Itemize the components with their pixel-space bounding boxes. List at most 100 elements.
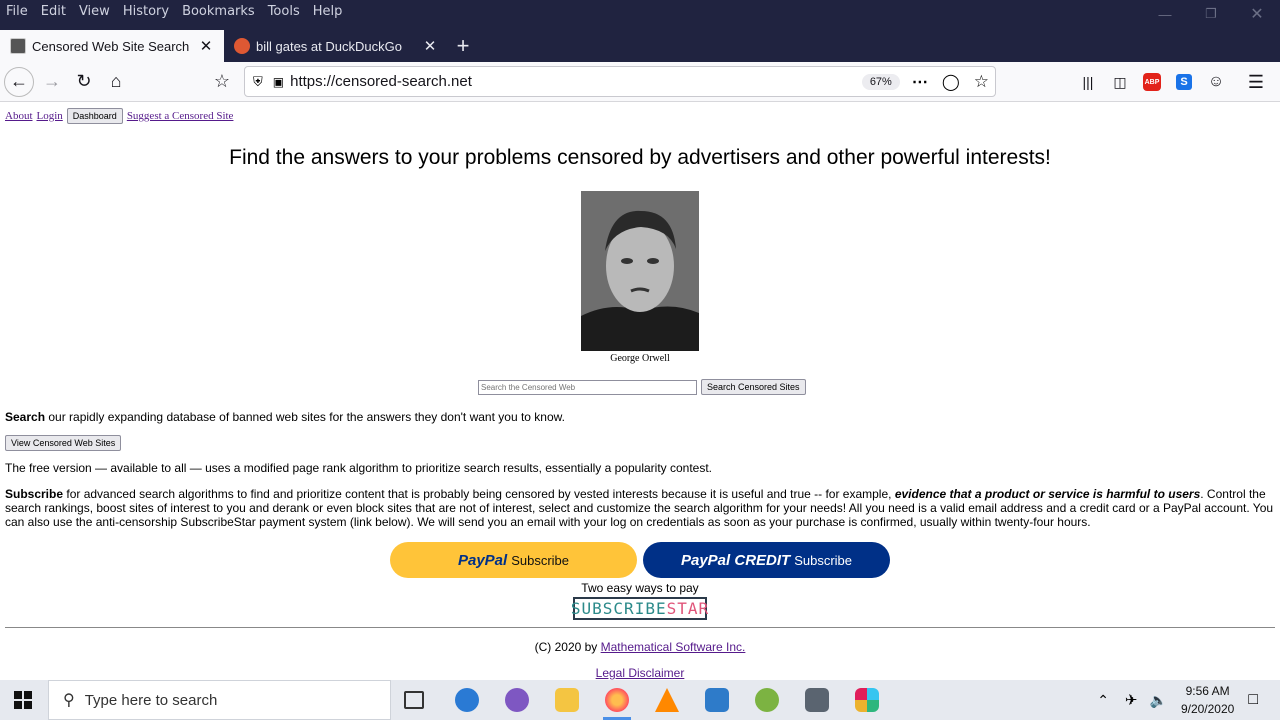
clock-date: 9/20/2020 <box>1180 702 1235 716</box>
show-hidden-icons-icon[interactable]: ⌃ <box>1097 692 1109 709</box>
edge-browser-icon[interactable] <box>455 688 479 712</box>
search-form: Search Censored Sites <box>478 379 810 395</box>
minimize-icon[interactable]: — <box>1142 0 1188 28</box>
file-explorer-icon[interactable] <box>555 688 579 712</box>
company-link[interactable]: Mathematical Software Inc. <box>601 640 746 654</box>
duckduckgo-favicon-icon <box>234 38 250 54</box>
windows-start-icon[interactable] <box>14 691 32 709</box>
subscribestar-part2: STAR <box>666 599 710 618</box>
about-link[interactable]: About <box>5 110 33 122</box>
search-icon: ⚲ <box>63 692 75 709</box>
window-controls: — ❐ ✕ <box>1142 0 1280 28</box>
home-icon[interactable]: ⌂ <box>100 66 132 98</box>
subscribestar-part1: SUBSCRIBE <box>570 599 667 618</box>
copyright-text: (C) 2020 by <box>534 640 601 654</box>
taskbar-clock[interactable]: 9:56 AM 9/20/2020 <box>1181 682 1234 718</box>
search-description: Search our rapidly expanding database of… <box>5 410 1277 424</box>
paypal-credit-subscribe-button[interactable]: PayPal CREDIT Subscribe <box>643 542 890 578</box>
menu-help[interactable]: Help <box>313 4 343 19</box>
browser-titlebar: File Edit View History Bookmarks Tools H… <box>0 0 1280 62</box>
paypal-credit-subscribe-label: Subscribe <box>794 552 853 568</box>
paypal-brand: PayPal <box>457 551 508 569</box>
login-link[interactable]: Login <box>37 110 63 122</box>
page-actions-icon[interactable]: ⋯ <box>912 72 928 92</box>
adblock-icon[interactable]: ABP <box>1136 66 1168 98</box>
bookmark-star-icon[interactable]: ☆ <box>974 72 989 92</box>
view-censored-sites-button[interactable]: View Censored Web Sites <box>5 435 122 451</box>
search-bold-label: Search <box>5 410 46 424</box>
firefox-icon[interactable] <box>605 688 629 712</box>
menu-tools[interactable]: Tools <box>268 4 300 19</box>
toolbar-right: ||| ◫ ABP S ☺ ☰ <box>1072 66 1272 98</box>
save-to-pocket-star-icon[interactable]: ☆ <box>206 66 238 98</box>
suggest-site-link[interactable]: Suggest a Censored Site <box>127 110 234 122</box>
subscribe-description: Subscribe for advanced search algorithms… <box>5 487 1277 529</box>
slack-icon[interactable] <box>855 688 879 712</box>
copyright-line: (C) 2020 by Mathematical Software Inc. <box>0 640 1280 654</box>
menu-view[interactable]: View <box>79 4 110 19</box>
maximize-icon[interactable]: ❐ <box>1188 0 1234 28</box>
portrait-caption: George Orwell <box>610 353 670 364</box>
extension-s-icon[interactable]: S <box>1168 66 1200 98</box>
payment-ways-text: Two easy ways to pay <box>581 581 699 595</box>
orwell-portrait <box>581 191 699 351</box>
legal-disclaimer-link[interactable]: Legal Disclaimer <box>596 666 685 680</box>
pocket-icon[interactable]: ◯ <box>942 72 960 92</box>
orwell-favicon-icon <box>10 38 26 54</box>
airplane-mode-icon[interactable]: ✈ <box>1125 691 1138 709</box>
account-icon[interactable]: ☺ <box>1200 66 1232 98</box>
notifications-icon[interactable]: □ <box>1248 691 1258 709</box>
page-headline: Find the answers to your problems censor… <box>229 146 1051 169</box>
tab-label: Censored Web Site Search <box>32 38 190 54</box>
reload-icon[interactable]: ↻ <box>68 66 100 98</box>
menu-bookmarks[interactable]: Bookmarks <box>182 4 255 19</box>
free-version-text: The free version — available to all — us… <box>5 461 713 475</box>
taskbar-search-box[interactable]: ⚲ Type here to search <box>48 680 391 720</box>
clock-time: 9:56 AM <box>1185 684 1230 698</box>
url-text[interactable]: https://censored-search.net <box>290 73 862 90</box>
close-tab-icon[interactable]: ✕ <box>198 37 214 55</box>
library-icon[interactable]: ||| <box>1072 66 1104 98</box>
legal-line: Legal Disclaimer <box>0 666 1280 680</box>
subscribe-bold-label: Subscribe <box>5 487 64 501</box>
volume-icon[interactable]: 🔈 <box>1150 692 1167 709</box>
tab-duckduckgo[interactable]: bill gates at DuckDuckGo ✕ <box>224 30 448 62</box>
menu-history[interactable]: History <box>123 4 169 19</box>
photo-app-icon[interactable] <box>805 688 829 712</box>
back-icon[interactable]: ← <box>4 66 34 97</box>
new-tab-icon[interactable]: + <box>448 30 478 62</box>
subscribestar-logo-button[interactable]: SUBSCRIBE STAR <box>570 597 710 620</box>
close-tab-icon[interactable]: ✕ <box>422 37 438 55</box>
menu-edit[interactable]: Edit <box>41 4 66 19</box>
lock-icon[interactable]: ▣ <box>273 75 284 89</box>
vlc-icon[interactable] <box>655 688 679 712</box>
tab-strip: Censored Web Site Search ✕ bill gates at… <box>0 30 478 62</box>
android-app-icon[interactable] <box>755 688 779 712</box>
tab-censored-search[interactable]: Censored Web Site Search ✕ <box>0 30 224 62</box>
close-window-icon[interactable]: ✕ <box>1234 0 1280 28</box>
tracking-shield-icon[interactable]: ⛨ <box>253 74 263 90</box>
navigation-toolbar: ← → ↻ ⌂ ☆ ⛨ ▣ https://censored-search.ne… <box>0 62 1280 102</box>
hamburger-menu-icon[interactable]: ☰ <box>1240 66 1272 98</box>
paypal-subscribe-button[interactable]: PayPal Subscribe <box>390 542 637 578</box>
subscribe-emphasis: evidence that a product or service is ha… <box>894 487 1201 501</box>
vscode-like-app-icon[interactable] <box>705 688 729 712</box>
menu-bar: File Edit View History Bookmarks Tools H… <box>0 0 355 22</box>
system-tray: ⌃ ✈ 🔈 9:56 AM 9/20/2020 □ <box>1097 680 1280 720</box>
paypal-credit-brand: PayPal CREDIT <box>680 551 791 569</box>
menu-file[interactable]: File <box>6 4 28 19</box>
search-input[interactable] <box>478 379 697 395</box>
dashboard-button[interactable]: Dashboard <box>66 108 123 124</box>
address-bar[interactable]: ⛨ ▣ https://censored-search.net 67% ⋯ ◯ … <box>244 66 996 97</box>
emacs-icon[interactable] <box>505 688 529 712</box>
footer-divider <box>5 627 1275 628</box>
forward-icon[interactable]: → <box>36 66 68 98</box>
search-censored-sites-button[interactable]: Search Censored Sites <box>701 379 806 395</box>
top-links: About Login Dashboard Suggest a Censored… <box>5 108 237 124</box>
task-view-icon[interactable] <box>404 691 424 709</box>
zoom-level[interactable]: 67% <box>861 73 900 90</box>
taskbar-search-placeholder: Type here to search <box>84 691 218 709</box>
search-description-text: our rapidly expanding database of banned… <box>45 410 565 424</box>
sidebar-icon[interactable]: ◫ <box>1104 66 1136 98</box>
page-content: About Login Dashboard Suggest a Censored… <box>0 103 1280 680</box>
